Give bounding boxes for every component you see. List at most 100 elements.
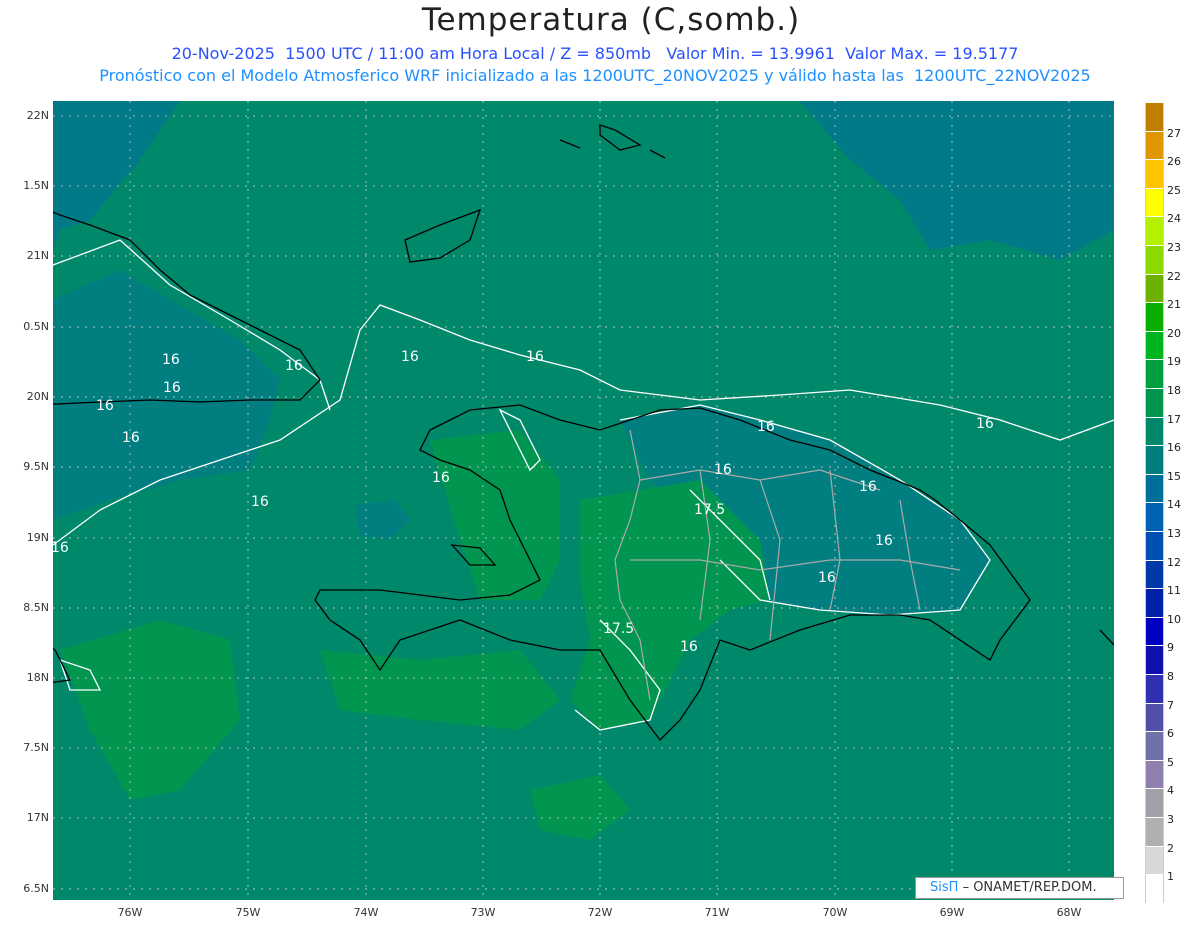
colorbar-segment: [1145, 102, 1164, 131]
map-title: Temperatura (C,somb.): [421, 2, 801, 38]
lon-label: 76W: [117, 906, 143, 919]
colorbar-label: 23: [1167, 241, 1181, 254]
contour-label: 16: [818, 570, 836, 586]
contour-label: 16: [162, 352, 180, 368]
lat-label: 9.5N: [23, 460, 49, 473]
lon-label: 68W: [1056, 906, 1082, 919]
colorbar-segment: [1145, 845, 1164, 875]
colorbar-segment: [1145, 359, 1164, 388]
map-description: Pronóstico con el Modelo Atmosferico WRF…: [99, 66, 1091, 85]
colorbar-segment: [1145, 245, 1164, 274]
colorbar-label: 1: [1167, 870, 1174, 884]
colorbar-label: 21: [1167, 298, 1181, 312]
colorbar-label: 2: [1167, 841, 1174, 855]
lon-label: 74W: [353, 906, 379, 919]
colorbar-label: 17: [1167, 412, 1181, 426]
colorbar-label: 19: [1167, 355, 1181, 369]
contour-label: 16: [163, 380, 181, 396]
colorbar-segment: [1145, 674, 1164, 703]
colorbar-segment: [1145, 759, 1164, 789]
contour-label: 16: [251, 494, 269, 510]
colorbar-segment: [1145, 473, 1164, 503]
colorbar-label: 18: [1167, 384, 1181, 397]
colorbar-segment: [1145, 273, 1164, 303]
lon-label: 70W: [822, 906, 848, 919]
colorbar-label: 25: [1167, 183, 1181, 197]
colorbar-segment: [1145, 330, 1164, 360]
lon-label: 72W: [587, 906, 613, 919]
colorbar-label: 20: [1167, 326, 1181, 340]
colorbar-label: 27: [1167, 126, 1181, 140]
temperature-map: [53, 101, 1114, 900]
contour-label: 16: [96, 398, 114, 414]
colorbar-segment: [1145, 731, 1164, 760]
colorbar-label: 8: [1167, 670, 1174, 683]
lon-label: 73W: [470, 906, 496, 919]
colorbar-label: 4: [1167, 784, 1174, 798]
colorbar-label: 24: [1167, 212, 1181, 226]
credit-text: – ONAMET/REP.DOM.: [962, 880, 1097, 895]
colorbar-segment: [1145, 531, 1164, 560]
contour-label: 16: [859, 479, 877, 495]
lon-label: 75W: [235, 906, 261, 919]
contour-label: 16: [680, 639, 698, 655]
contour-label: 16: [526, 349, 544, 365]
colorbar-segment: [1145, 874, 1164, 903]
lon-label: 69W: [939, 906, 965, 919]
contour-label: 16: [714, 462, 732, 478]
colorbar-segment: [1145, 616, 1164, 646]
colorbar-label: 14: [1167, 498, 1181, 512]
colorbar-label: 13: [1167, 527, 1181, 540]
colorbar-segment: [1145, 445, 1164, 474]
lat-label: 0.5N: [23, 320, 49, 333]
colorbar-segment: [1145, 216, 1164, 245]
colorbar-label: 26: [1167, 155, 1181, 169]
colorbar-segment: [1145, 702, 1164, 732]
lat-label: 7.5N: [23, 741, 49, 754]
lat-label: 17N: [26, 811, 49, 824]
colorbar-segment: [1145, 588, 1164, 617]
colorbar-segment: [1145, 502, 1164, 531]
colorbar-label: 10: [1167, 612, 1181, 626]
contour-label: 16: [757, 419, 775, 435]
contour-label: 16: [875, 533, 893, 549]
lat-label: 20N: [26, 390, 49, 403]
colorbar-label: 16: [1167, 441, 1181, 455]
lon-label: 71W: [704, 906, 730, 919]
colorbar-segment: [1145, 302, 1164, 331]
credit-box: SisΠ – ONAMET/REP.DOM.: [915, 877, 1124, 899]
lat-label: 19N: [26, 531, 49, 544]
colorbar-label: 5: [1167, 755, 1174, 769]
lat-label: 21N: [26, 249, 49, 262]
lat-label: 18N: [26, 671, 49, 684]
colorbar-label: 15: [1167, 469, 1181, 483]
lat-label: 8.5N: [23, 601, 49, 614]
lat-label: 22N: [26, 109, 49, 122]
colorbar-label: 12: [1167, 555, 1181, 569]
contour-label: 16: [976, 416, 994, 432]
contour-label: 17.5: [603, 621, 635, 637]
colorbar-label: 6: [1167, 727, 1174, 741]
contour-label: 16: [51, 540, 69, 556]
colorbar-segment: [1145, 416, 1164, 446]
lat-label: 6.5N: [23, 882, 49, 895]
colorbar-segment: [1145, 559, 1164, 589]
colorbar-segment: [1145, 159, 1164, 188]
colorbar-segment: [1145, 645, 1164, 674]
contour-label: 17.5: [694, 502, 726, 518]
colorbar-segment: [1145, 788, 1164, 817]
colorbar-segment: [1145, 130, 1164, 160]
colorbar-segment: [1145, 388, 1164, 417]
contour-label: 16: [122, 430, 140, 446]
colorbar-segment: [1145, 817, 1164, 846]
colorbar-label: 9: [1167, 641, 1174, 655]
colorbar-segment: [1145, 187, 1164, 217]
contour-label: 16: [401, 349, 419, 365]
lat-label: 1.5N: [23, 179, 49, 192]
colorbar-label: 3: [1167, 813, 1174, 826]
colorbar-label: 7: [1167, 698, 1174, 712]
contour-label: 16: [432, 470, 450, 486]
colorbar-label: 11: [1167, 584, 1181, 598]
contour-label: 16: [285, 358, 303, 374]
sispi-logo: SisΠ: [930, 880, 959, 895]
